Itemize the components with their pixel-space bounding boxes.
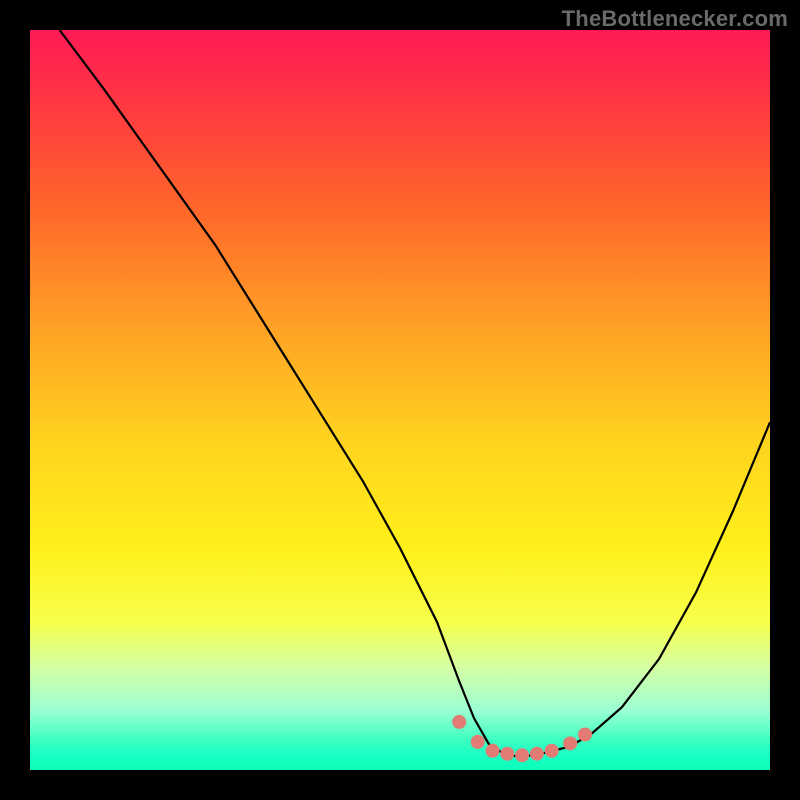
curve-min-markers — [452, 715, 592, 762]
curve-marker — [563, 736, 577, 750]
chart-frame: TheBottlenecker.com — [0, 0, 800, 800]
plot-area — [30, 30, 770, 770]
curve-marker — [486, 744, 500, 758]
bottleneck-curve-path — [60, 30, 770, 757]
curve-marker — [545, 744, 559, 758]
curve-marker — [452, 715, 466, 729]
curve-marker — [530, 747, 544, 761]
curve-marker — [471, 735, 485, 749]
bottleneck-curve-svg — [30, 30, 770, 770]
curve-marker — [500, 747, 514, 761]
curve-marker — [515, 748, 529, 762]
curve-marker — [578, 727, 592, 741]
watermark-text: TheBottlenecker.com — [562, 6, 788, 32]
